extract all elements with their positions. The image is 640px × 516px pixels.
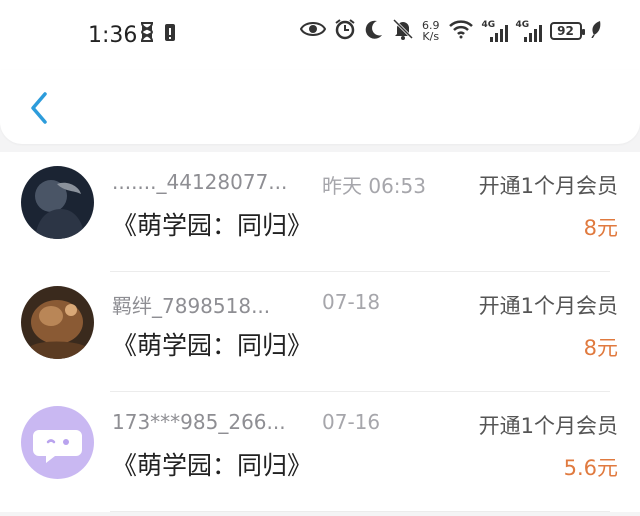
user-name: ......._44128077... xyxy=(112,170,288,194)
alarm-icon xyxy=(334,18,356,44)
record-date: 07-18 xyxy=(322,290,381,314)
top-bar xyxy=(0,70,640,144)
status-bar: 1:36 6.9 K/s 4G 4G 92 xyxy=(0,0,640,70)
net-speed-unit: K/s xyxy=(422,30,440,43)
battery-indicator: 92 xyxy=(549,22,585,40)
avatar xyxy=(21,286,94,359)
signal-1: 4G xyxy=(482,20,508,42)
chevron-left-icon xyxy=(31,92,47,124)
status-left-icons xyxy=(140,22,176,46)
hourglass-icon xyxy=(140,22,154,46)
user-name: 173***985_266... xyxy=(112,410,286,434)
battery-level: 92 xyxy=(557,24,574,38)
avatar xyxy=(21,406,94,479)
record-date: 昨天 06:53 xyxy=(322,174,426,198)
signal-2: 4G xyxy=(516,20,542,42)
status-right-icons: 6.9 K/s 4G 4G 92 xyxy=(299,18,602,44)
list-item[interactable]: 173***985_266... 07-16 开通1个月会员 《萌学园：同归》 … xyxy=(0,392,640,512)
eye-icon xyxy=(299,20,327,42)
wifi-icon xyxy=(448,19,474,43)
user-name: 羁绊_7898518... xyxy=(112,294,271,318)
book-title: 《萌学园：同归》 xyxy=(112,331,313,360)
record-action: 开通1个月会员 xyxy=(478,174,618,198)
signal-bars-icon xyxy=(523,25,542,42)
avatar xyxy=(21,166,94,239)
status-time: 1:36 xyxy=(88,23,138,48)
record-action: 开通1个月会员 xyxy=(478,294,618,318)
list-item[interactable]: 羁绊_7898518... 07-18 开通1个月会员 《萌学园：同归》 8元 xyxy=(0,272,640,392)
sim-alert-icon xyxy=(164,22,176,46)
record-price: 8元 xyxy=(583,336,618,360)
signal-bars-icon xyxy=(489,25,508,42)
record-date: 07-16 xyxy=(322,410,381,434)
bell-off-icon xyxy=(392,18,414,44)
net-speed: 6.9 K/s xyxy=(422,20,440,42)
leaf-icon xyxy=(590,20,602,42)
record-action: 开通1个月会员 xyxy=(478,414,618,438)
record-price: 5.6元 xyxy=(563,456,618,480)
book-title: 《萌学园：同归》 xyxy=(112,451,313,480)
list-item[interactable]: ......._44128077... 昨天 06:53 开通1个月会员 《萌学… xyxy=(0,152,640,272)
purchase-record-list: ......._44128077... 昨天 06:53 开通1个月会员 《萌学… xyxy=(0,152,640,512)
divider xyxy=(110,511,610,512)
back-button[interactable] xyxy=(22,88,56,128)
moon-icon xyxy=(364,19,384,43)
record-price: 8元 xyxy=(583,216,618,240)
book-title: 《萌学园：同归》 xyxy=(112,211,313,240)
